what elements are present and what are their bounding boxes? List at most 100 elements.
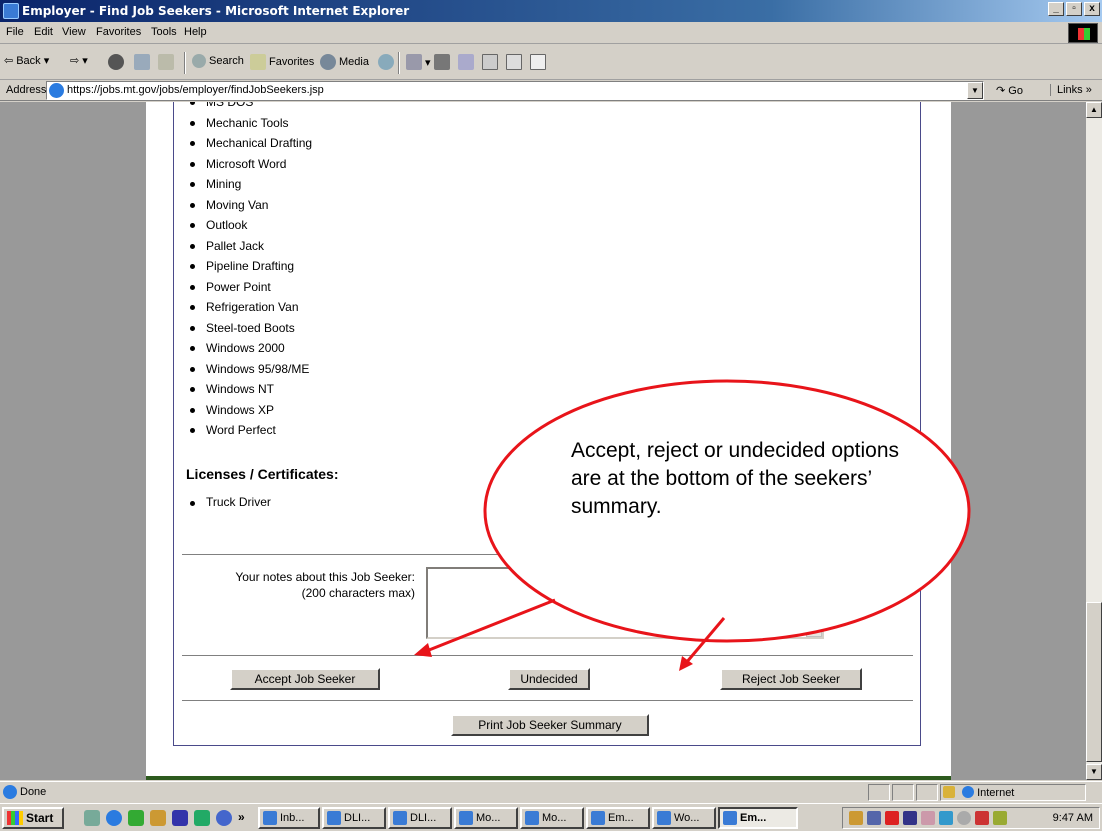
task-icon: [393, 811, 407, 825]
list-item: Word Perfect: [190, 420, 312, 441]
task-button[interactable]: Mo...: [454, 807, 518, 829]
undecided-button[interactable]: Undecided: [508, 668, 590, 690]
favorites-button[interactable]: Favorites: [250, 54, 314, 70]
task-button[interactable]: Inb...: [258, 807, 320, 829]
scroll-down-arrow-icon[interactable]: ▼: [806, 621, 822, 637]
list-item: Mechanical Drafting: [190, 133, 312, 154]
task-button[interactable]: DLI...: [322, 807, 386, 829]
quicklaunch-chevron[interactable]: »: [238, 810, 245, 824]
messenger-icon: [530, 54, 546, 70]
stop-button[interactable]: [108, 54, 124, 70]
task-button[interactable]: DLI...: [388, 807, 452, 829]
back-button[interactable]: ⇦ Back ▾: [4, 54, 50, 68]
tray-app-icon[interactable]: [939, 811, 953, 825]
home-icon: [158, 54, 174, 70]
edit-button[interactable]: [458, 54, 474, 70]
menu-tools[interactable]: Tools: [151, 26, 177, 38]
excel-quicklaunch-icon[interactable]: [194, 810, 210, 826]
tray-app-icon[interactable]: [993, 811, 1007, 825]
volume-icon[interactable]: [849, 811, 863, 825]
task-label: DLI...: [344, 812, 371, 824]
list-item: Power Point: [190, 277, 312, 298]
scroll-down-arrow-icon[interactable]: ▼: [1086, 764, 1102, 780]
show-desktop-icon[interactable]: [84, 810, 100, 826]
taskbar: Start » Inb... DLI... DLI... Mo... Mo...…: [0, 803, 1102, 831]
mail-dropdown-icon[interactable]: ▾: [425, 56, 431, 69]
list-item: Windows 2000: [190, 338, 312, 359]
clock[interactable]: 9:47 AM: [1053, 812, 1093, 824]
tray-app-icon[interactable]: [957, 811, 971, 825]
refresh-button[interactable]: [134, 54, 150, 70]
favorites-icon: [250, 54, 266, 70]
task-label: Wo...: [674, 812, 700, 824]
close-button[interactable]: x: [1084, 2, 1100, 16]
home-button[interactable]: [158, 54, 174, 70]
outlook-quicklaunch-icon[interactable]: [128, 810, 144, 826]
network-icon[interactable]: [867, 811, 881, 825]
start-button[interactable]: Start: [2, 807, 64, 829]
accept-job-seeker-button[interactable]: Accept Job Seeker: [230, 668, 380, 690]
norton-icon[interactable]: [885, 811, 899, 825]
status-pane: [892, 784, 914, 801]
search-icon: [192, 54, 206, 68]
minimize-button[interactable]: _: [1048, 2, 1064, 16]
vertical-scrollbar[interactable]: ▲ ▼: [1086, 102, 1102, 780]
list-item: Truck Driver: [190, 495, 271, 509]
media-button[interactable]: Media: [320, 54, 369, 70]
tray-app-icon[interactable]: [975, 811, 989, 825]
zone-label: Internet: [977, 787, 1015, 799]
menu-edit[interactable]: Edit: [34, 26, 53, 38]
task-button-active[interactable]: Em...: [718, 807, 798, 829]
print-summary-button[interactable]: Print Job Seeker Summary: [451, 714, 649, 736]
list-item: Moving Van: [190, 195, 312, 216]
go-button[interactable]: ↷ Go: [996, 84, 1023, 97]
toolbar-separator: [184, 52, 186, 74]
mail-button[interactable]: ▾: [406, 54, 431, 70]
menu-help[interactable]: Help: [184, 26, 207, 38]
reject-job-seeker-button[interactable]: Reject Job Seeker: [720, 668, 862, 690]
system-tray: 9:47 AM: [842, 807, 1100, 829]
back-arrow-icon: ⇦: [4, 55, 14, 67]
task-label: Inb...: [280, 812, 305, 824]
window-title-bar: Employer - Find Job Seekers - Microsoft …: [0, 0, 1102, 22]
forward-button[interactable]: ⇨ ▾: [70, 54, 88, 67]
notes-textarea[interactable]: ▼: [426, 567, 824, 639]
status-pane: [868, 784, 890, 801]
word-quicklaunch-icon[interactable]: [172, 810, 188, 826]
tray-app-icon[interactable]: [903, 811, 917, 825]
app-quicklaunch-icon[interactable]: [216, 810, 232, 826]
address-label: Address: [6, 84, 47, 96]
search-label: Search: [209, 55, 244, 67]
task-button[interactable]: Wo...: [652, 807, 716, 829]
research-icon: [506, 54, 522, 70]
scrollbar-thumb[interactable]: [1086, 602, 1102, 762]
search-button[interactable]: Search: [192, 54, 244, 68]
ie-quicklaunch-icon[interactable]: [106, 810, 122, 826]
standard-toolbar: ⇦ Back ▾ ⇨ ▾ Search Favorites Media ▾: [0, 44, 1102, 80]
messenger-button[interactable]: [530, 54, 546, 70]
address-dropdown-icon[interactable]: ▼: [967, 82, 983, 99]
menu-view[interactable]: View: [62, 26, 86, 38]
scroll-up-arrow-icon[interactable]: ▲: [1086, 102, 1102, 118]
task-button[interactable]: Mo...: [520, 807, 584, 829]
back-label: Back: [16, 54, 41, 67]
research-button[interactable]: [506, 54, 522, 70]
go-arrow-icon: ↷: [996, 85, 1006, 97]
app-quicklaunch-icon[interactable]: [150, 810, 166, 826]
discuss-button[interactable]: [482, 54, 498, 70]
print-button[interactable]: [434, 54, 450, 70]
menu-file[interactable]: File: [6, 26, 24, 38]
history-button[interactable]: [378, 54, 394, 70]
task-label: DLI...: [410, 812, 437, 824]
print-icon: [434, 54, 450, 70]
task-button[interactable]: Em...: [586, 807, 650, 829]
tray-app-icon[interactable]: [921, 811, 935, 825]
list-item: Windows XP: [190, 400, 312, 421]
address-field[interactable]: https://jobs.mt.gov/jobs/employer/findJo…: [46, 81, 984, 100]
links-button[interactable]: Links »: [1050, 84, 1092, 96]
maximize-button[interactable]: ▫: [1066, 2, 1082, 16]
back-dropdown-icon[interactable]: ▾: [44, 54, 50, 67]
notes-label-line1: Your notes about this Job Seeker:: [235, 570, 415, 584]
menu-favorites[interactable]: Favorites: [96, 26, 141, 38]
address-url[interactable]: https://jobs.mt.gov/jobs/employer/findJo…: [67, 84, 324, 96]
